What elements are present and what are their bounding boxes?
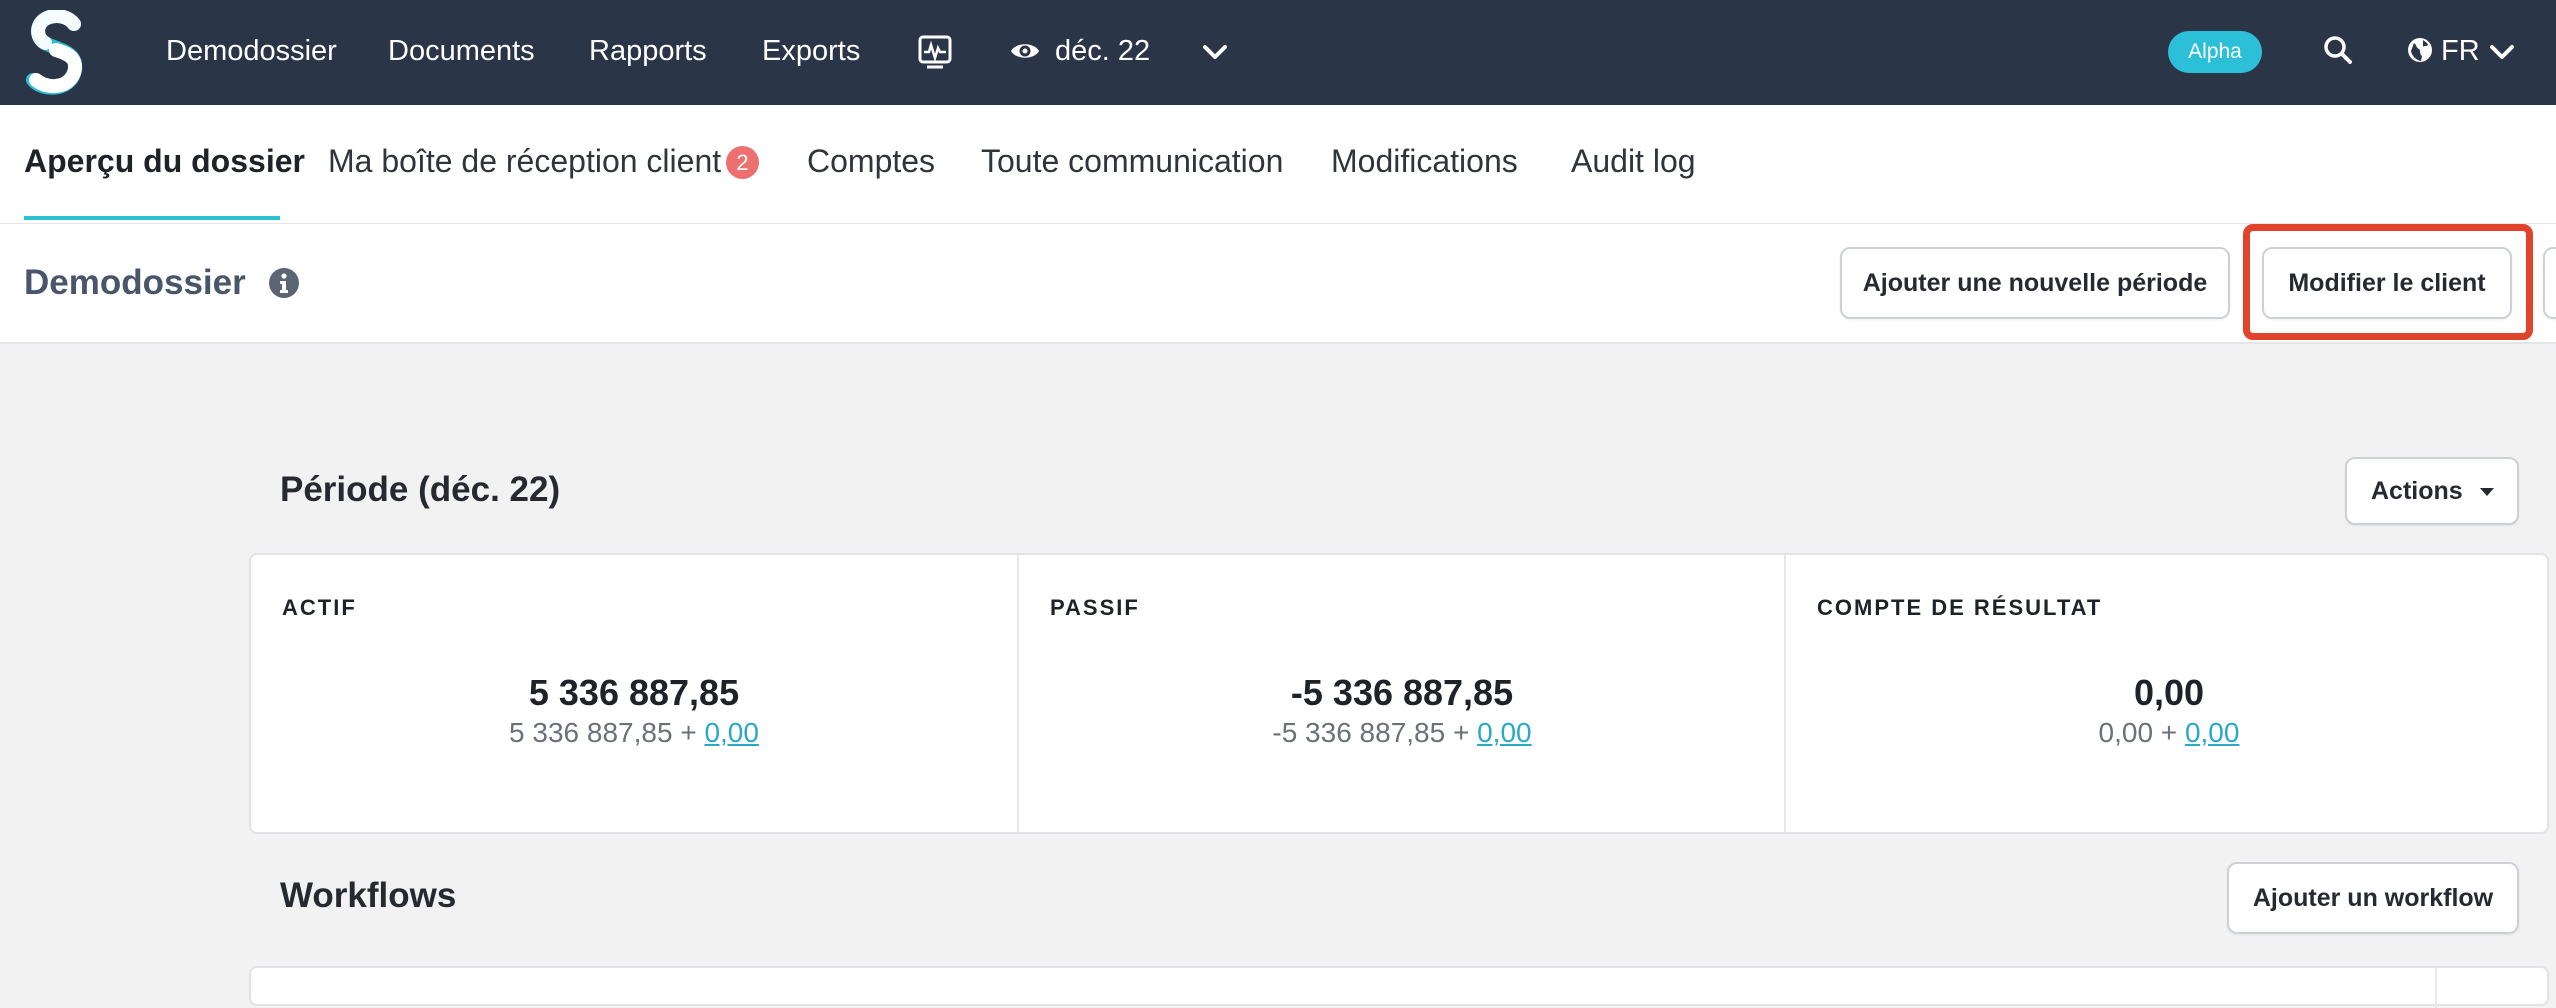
card-base-passif: -5 336 887,85 + [1272,717,1470,748]
tab-audit-log[interactable]: Audit log [1571,105,1696,221]
card-base-resultat: 0,00 + [2098,717,2178,748]
active-tab-indicator [24,216,280,220]
card-sub-resultat: 0,00 + 0,00 [1786,717,2552,749]
card-delta-link-passif[interactable]: 0,00 [1477,717,1532,748]
add-period-button[interactable]: Ajouter une nouvelle période [1840,247,2230,319]
period-title: Période (déc. 22) [280,470,561,509]
search-icon[interactable] [2323,35,2353,65]
caret-down-icon [2480,488,2494,496]
tab-apercu[interactable]: Aperçu du dossier [24,105,305,221]
more-button[interactable] [2543,247,2556,319]
tab-communication[interactable]: Toute communication [981,105,1283,221]
tab-inbox[interactable]: Ma boîte de réception client [328,105,721,221]
actions-dropdown[interactable]: Actions [2345,457,2519,525]
card-delta-link-actif[interactable]: 0,00 [704,717,759,748]
language-selector[interactable]: FR [2441,0,2480,105]
card-delta-link-resultat[interactable]: 0,00 [2185,717,2240,748]
panel-divider [2435,968,2437,1008]
alpha-badge: Alpha [2168,31,2262,73]
tab-bar: Aperçu du dossier Ma boîte de réception … [0,105,2556,225]
card-value-resultat: 0,00 [2133,672,2205,713]
actions-label: Actions [2371,477,2463,505]
monitor-icon[interactable] [917,34,953,70]
nav-exports[interactable]: Exports [762,0,860,105]
workflows-panel [249,966,2549,1008]
card-base-actif: 5 336 887,85 + [509,717,697,748]
info-icon[interactable] [268,267,300,299]
nav-demodossier[interactable]: Demodossier [166,0,337,105]
nav-documents[interactable]: Documents [388,0,535,105]
card-label-resultat: COMPTE DE RÉSULTAT [1817,595,2103,620]
card-label-passif: PASSIF [1050,595,1140,620]
chevron-down-icon[interactable] [1202,42,1228,62]
period-selector[interactable]: déc. 22 [1055,0,1150,105]
top-navbar: Demodossier Documents Rapports Exports d… [0,0,2556,105]
dossier-header: Demodossier Ajouter une nouvelle période… [0,224,2556,344]
card-label-actif: ACTIF [282,595,357,620]
add-workflow-button[interactable]: Ajouter un workflow [2227,862,2519,934]
inbox-count-badge: 2 [726,146,759,179]
workflows-title: Workflows [280,876,457,915]
eye-icon [1011,44,1039,58]
summary-cards: ACTIF 5 336 887,85 5 336 887,85 + 0,00 P… [249,553,2549,834]
globe-icon[interactable] [2406,36,2434,64]
card-value-passif: -5 336 887,85 [1290,672,1514,713]
nav-rapports[interactable]: Rapports [589,0,707,105]
language-chevron-icon[interactable] [2489,42,2515,62]
tab-comptes[interactable]: Comptes [807,105,935,221]
card-value-actif: 5 336 887,85 [528,672,740,713]
page-title: Demodossier [24,263,246,302]
logo-s[interactable] [26,10,86,96]
card-sub-actif: 5 336 887,85 + 0,00 [251,717,1017,749]
card-sub-passif: -5 336 887,85 + 0,00 [1019,717,1785,749]
tab-modifications[interactable]: Modifications [1331,105,1518,221]
highlight-box [2243,224,2533,340]
